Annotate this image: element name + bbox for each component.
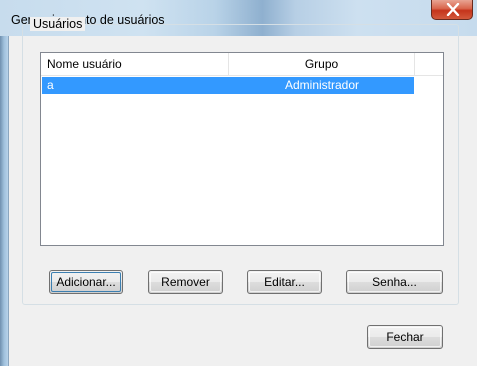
remove-button[interactable]: Remover [148,270,223,294]
edit-button-label: Editar... [264,275,305,289]
close-dialog-button-label: Fechar [386,330,424,344]
column-header-name[interactable]: Nome usuário [41,53,229,75]
users-list[interactable]: Nome usuário Grupo a Administrador [40,52,444,246]
user-name-cell: a [47,78,54,92]
edit-button[interactable]: Editar... [247,270,322,294]
remove-button-label: Remover [161,275,210,289]
dialog-window: Gerenciamento de usuários Usuários Nome … [0,0,477,366]
close-icon [446,3,460,16]
user-group-cell: Administrador [284,78,360,92]
list-item[interactable]: a Administrador [42,77,414,94]
close-button[interactable] [431,0,473,20]
add-button[interactable]: Adicionar... [49,270,123,294]
users-group-label: Usuários [30,17,86,31]
close-dialog-button[interactable]: Fechar [367,325,443,349]
password-button-label: Senha... [372,275,417,289]
column-header-group[interactable]: Grupo [229,53,415,75]
add-button-label: Adicionar... [56,275,116,289]
list-header: Nome usuário Grupo [41,53,443,76]
password-button[interactable]: Senha... [346,270,443,294]
